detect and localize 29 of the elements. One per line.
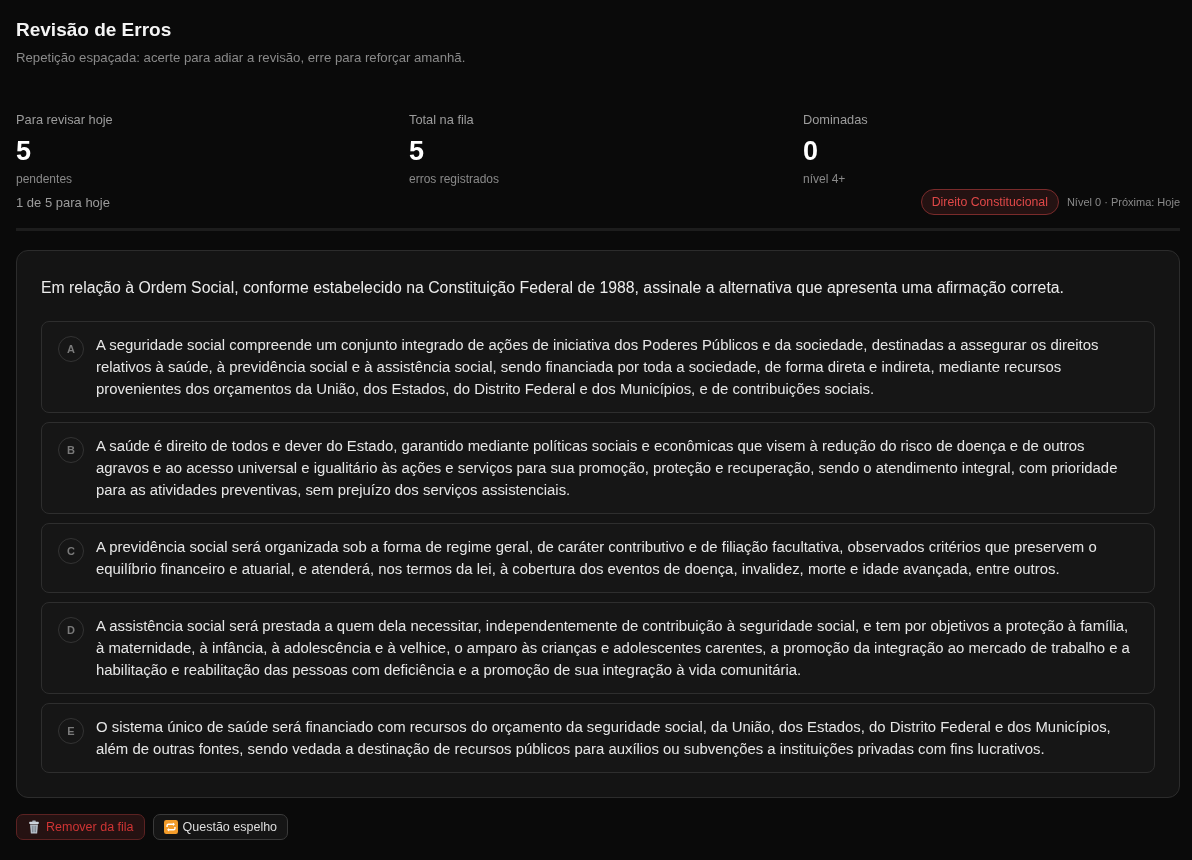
stat-caption: nível 4+	[803, 172, 847, 186]
stat-caption: pendentes	[16, 172, 74, 186]
trash-can-icon	[27, 820, 41, 834]
answer-option[interactable]	[41, 321, 1155, 413]
stat-label: Para revisar hoje	[16, 112, 114, 128]
stat-label: Total na fila	[409, 112, 475, 128]
answer-option[interactable]	[41, 703, 1155, 773]
repeat-arrows-icon	[163, 820, 178, 834]
mirror-question-button[interactable]: Questão espelho	[152, 814, 289, 840]
progress-text: 1 de 5 para hoje	[16, 194, 110, 210]
stat-value: 0	[803, 135, 820, 167]
option-text: A previdência social será organizada sob a forma de regime geral, de caráter contributivo e de filiação facultativa, observados critérios que preservem o equilíbrio financeiro e atuarial, e atenderá, nos termos da lei, à cobertura dos eventos de doença, invalidez, morte e idade avançada, entre outros.	[96, 538, 1098, 579]
page-subtitle: Repetição espaçada: acerte para adiar a revisão, erre para reforçar amanhã.	[16, 50, 467, 66]
answer-option[interactable]	[41, 523, 1155, 593]
option-text: A saúde é direito de todos e dever do Estado, garantido mediante políticas sociais e econômicas que visem à redução do risco de doença e de outros agravos e ao acesso universal e igualitário às ações e serviços para sua promoção, proteção e recuperação, sendo o atendimento integral, com prioridade para as atividades preventivas, sem prejuízo dos serviços assistenciais.	[96, 437, 1119, 500]
stat-value: 5	[409, 135, 426, 167]
subject-tag: Direito Constitucional	[920, 189, 1059, 215]
option-text: A seguridade social compreende um conjunto integrado de ações de iniciativa dos Poderes Públicos e da sociedade, destinadas a assegurar os direitos relativos à saúde, à previdência social e à assistência social, sendo financiada por toda a sociedade, de forma direta e indireta, mediante recursos provenientes dos orçamentos da União, dos Estados, do Distrito Federal e dos Municípios, e de contribuições sociais.	[96, 336, 1100, 399]
answer-option[interactable]	[41, 602, 1155, 694]
stat-caption: erros registrados	[409, 172, 501, 186]
schedule-text: Nível 0 · Próxima: Hoje	[1066, 196, 1180, 208]
stat-label: Dominadas	[803, 112, 869, 128]
stat-value: 5	[16, 135, 33, 167]
question-text: Em relação à Ordem Social, conforme estabelecido na Constituição Federal de 1988, assinale a alternativa que apresenta uma afirmação correta.	[41, 278, 1065, 298]
option-text: A assistência social será prestada a quem dela necessitar, independentemente de contribuição à seguridade social, e tem por objetivos a proteção à família, à maternidade, à infância, à adolescência e à velhice, o amparo às crianças e adolescentes carentes, a promoção da integração ao mercado de trabalho e a habilitação e reabilitação das pessoas com deficiência e a promoção de sua integração à vida comunitária.	[96, 617, 1131, 680]
answer-option[interactable]	[41, 422, 1155, 514]
remove-button[interactable]: Remover da fila	[16, 814, 145, 840]
option-text: O sistema único de saúde será financiado com recursos do orçamento da seguridade social, da União, dos Estados, do Distrito Federal e dos Municípios, além de outras fontes, sendo vedada a destinação de recursos públicos para auxílios ou subvenções a instituições privadas com fins lucrativos.	[96, 718, 1112, 759]
page-title: Revisão de Erros	[16, 18, 173, 42]
